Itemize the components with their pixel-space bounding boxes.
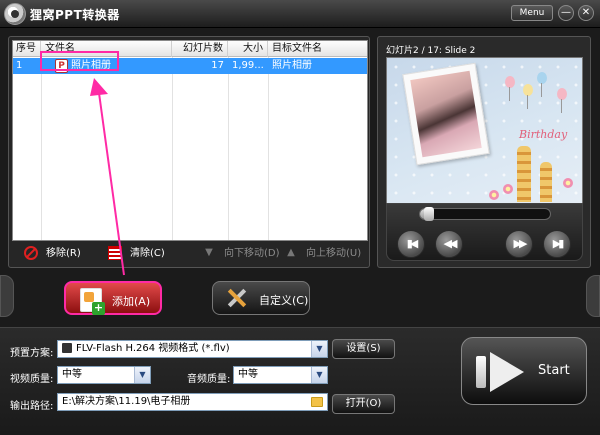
remove-label: 移除(R) bbox=[46, 248, 81, 259]
start-label: Start bbox=[538, 363, 570, 378]
giraffe-illustration bbox=[517, 146, 531, 202]
row-filename: 照片相册 bbox=[71, 60, 111, 71]
move-up-label: 向上移动(U) bbox=[306, 248, 362, 259]
move-up-icon: ▲ bbox=[287, 247, 295, 258]
add-label: 添加(A) bbox=[112, 295, 151, 308]
row-size: 1,99... bbox=[232, 60, 264, 71]
audio-quality-select[interactable]: 中等 ▼ bbox=[233, 366, 328, 384]
remove-icon bbox=[24, 246, 38, 260]
rewind-icon: ◀◀ bbox=[443, 237, 458, 250]
seek-thumb[interactable] bbox=[423, 207, 434, 221]
app-title: 狸窝PPT转换器 bbox=[30, 8, 120, 22]
player-controls: ▮◀ ◀◀ ▶▶ ▶▮ bbox=[386, 203, 583, 261]
preset-value: FLV-Flash H.264 视频格式 (*.flv) bbox=[76, 343, 230, 354]
column-header-filename[interactable]: 文件名 bbox=[41, 41, 172, 57]
table-header: 序号 文件名 幻灯片数 大小 目标文件名 bbox=[13, 41, 367, 57]
customize-button[interactable]: 自定义(C) bbox=[212, 281, 310, 315]
output-path-label: 输出路径: bbox=[10, 401, 54, 412]
skip-end-icon: ▶▮ bbox=[552, 237, 564, 250]
preset-label: 预置方案: bbox=[10, 348, 54, 359]
menu-label: Menu bbox=[519, 8, 545, 18]
audio-quality-label: 音频质量: bbox=[187, 374, 231, 385]
clear-button[interactable]: 清除(C) bbox=[108, 246, 165, 262]
close-icon: ✕ bbox=[581, 7, 591, 18]
move-down-icon: ▼ bbox=[205, 247, 213, 258]
clear-list-icon bbox=[108, 246, 122, 260]
customize-label: 自定义(C) bbox=[259, 294, 309, 307]
video-quality-label: 视频质量: bbox=[10, 374, 54, 385]
move-down-button[interactable]: ▼ 向下移动(D) bbox=[202, 246, 280, 262]
tools-icon bbox=[223, 286, 249, 312]
row-target-name: 照片相册 bbox=[272, 60, 312, 71]
table-row[interactable]: 1 P 照片相册 17 1,99... 照片相册 bbox=[13, 58, 367, 74]
skip-start-icon: ▮◀ bbox=[406, 237, 418, 250]
left-panel-handle[interactable] bbox=[0, 275, 14, 317]
output-path-value: E:\解决方案\11.19\电子相册 bbox=[62, 396, 191, 407]
ppt-file-icon: P bbox=[55, 59, 68, 73]
folder-icon[interactable] bbox=[311, 397, 323, 407]
minimize-button[interactable]: — bbox=[558, 5, 574, 21]
slide-preview-image: Birthday bbox=[386, 57, 583, 205]
next-slide-button[interactable]: ▶▶ bbox=[505, 230, 533, 258]
chevron-down-icon: ▼ bbox=[311, 341, 327, 357]
close-button[interactable]: ✕ bbox=[578, 5, 594, 21]
minimize-icon: — bbox=[561, 7, 571, 18]
start-arrow-icon bbox=[476, 352, 532, 392]
last-slide-button[interactable]: ▶▮ bbox=[543, 230, 571, 258]
row-index: 1 bbox=[16, 60, 23, 71]
video-quality-select[interactable]: 中等 ▼ bbox=[57, 366, 151, 384]
file-list-panel: 序号 文件名 幻灯片数 大小 目标文件名 1 P 照片相册 17 1,99...… bbox=[8, 36, 370, 268]
menu-button[interactable]: Menu bbox=[511, 5, 553, 21]
add-file-button[interactable]: 添加(A) bbox=[64, 281, 162, 315]
row-slide-count: 17 bbox=[211, 60, 224, 71]
clear-label: 清除(C) bbox=[130, 248, 165, 259]
first-slide-button[interactable]: ▮◀ bbox=[397, 230, 425, 258]
right-panel-handle[interactable] bbox=[586, 275, 600, 317]
slide-caption: 幻灯片2 / 17: Slide 2 bbox=[386, 46, 476, 56]
column-header-size[interactable]: 大小 bbox=[228, 41, 268, 57]
add-file-icon bbox=[80, 288, 105, 315]
giraffe-illustration-small bbox=[540, 162, 552, 202]
app-window: 狸窝PPT转换器 Menu — ✕ 序号 文件名 幻灯片数 大小 目标文件名 1… bbox=[0, 0, 600, 435]
settings-button[interactable]: 设置(S) bbox=[332, 339, 395, 359]
app-logo-icon bbox=[4, 3, 26, 25]
slide-decor-text: Birthday bbox=[519, 128, 568, 141]
move-up-button[interactable]: ▲ 向上移动(U) bbox=[284, 246, 361, 262]
chevron-down-icon: ▼ bbox=[311, 367, 327, 383]
remove-button[interactable]: 移除(R) bbox=[24, 246, 81, 262]
preset-select[interactable]: FLV-Flash H.264 视频格式 (*.flv) ▼ bbox=[57, 340, 328, 358]
output-path-field[interactable]: E:\解决方案\11.19\电子相册 bbox=[57, 393, 328, 411]
fast-forward-icon: ▶▶ bbox=[513, 237, 528, 250]
preview-panel: 幻灯片2 / 17: Slide 2 Birthday ▮◀ ◀◀ ▶▶ ▶▮ bbox=[377, 36, 591, 268]
start-button[interactable]: Start bbox=[461, 337, 587, 405]
column-header-slides[interactable]: 幻灯片数 bbox=[172, 41, 228, 57]
audio-quality-value: 中等 bbox=[238, 369, 258, 380]
column-header-index[interactable]: 序号 bbox=[13, 41, 41, 57]
photo-frame bbox=[402, 62, 490, 166]
column-header-target[interactable]: 目标文件名 bbox=[268, 41, 367, 57]
list-toolbar: 移除(R) 清除(C) ▼ 向下移动(D) ▲ 向上移动(U) bbox=[12, 244, 368, 264]
chevron-down-icon: ▼ bbox=[134, 367, 150, 383]
video-quality-value: 中等 bbox=[62, 369, 82, 380]
open-button[interactable]: 打开(O) bbox=[332, 394, 395, 414]
move-down-label: 向下移动(D) bbox=[224, 248, 280, 259]
file-table: 序号 文件名 幻灯片数 大小 目标文件名 1 P 照片相册 17 1,99...… bbox=[12, 40, 368, 241]
open-label: 打开(O) bbox=[345, 398, 382, 409]
seek-bar[interactable] bbox=[419, 207, 551, 221]
previous-slide-button[interactable]: ◀◀ bbox=[435, 230, 463, 258]
flv-format-icon bbox=[62, 343, 72, 353]
settings-label: 设置(S) bbox=[346, 343, 381, 354]
title-bar: 狸窝PPT转换器 Menu — ✕ bbox=[0, 0, 600, 28]
